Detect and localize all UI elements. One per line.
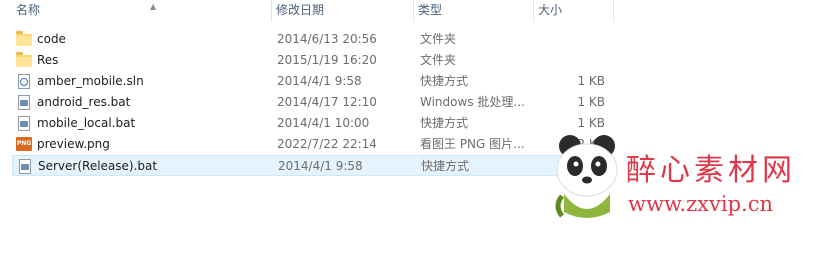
sort-up-icon: ▲	[150, 2, 157, 11]
file-size: 1 KB	[577, 74, 605, 88]
file-name: code	[37, 32, 66, 46]
column-type-header[interactable]: 类型	[414, 0, 534, 22]
batch-file-icon	[18, 95, 30, 110]
file-date: 2014/4/1 9:58	[278, 159, 363, 173]
file-name: mobile_local.bat	[37, 116, 136, 130]
file-row[interactable]: Res 2015/1/19 16:20 文件夹	[12, 50, 612, 71]
file-size	[542, 29, 605, 50]
file-row[interactable]: code 2014/6/13 20:56 文件夹	[12, 29, 612, 50]
file-name: Res	[37, 53, 59, 67]
file-name: android_res.bat	[37, 95, 131, 109]
file-row[interactable]: PNG preview.png 2022/7/22 22:14 看图王 PNG …	[12, 134, 612, 155]
file-type: 快捷方式	[420, 74, 469, 88]
column-type-label: 类型	[418, 3, 443, 17]
watermark: 醉心素材网 www.zxvip.cn	[552, 128, 826, 228]
column-name-label: 名称	[16, 3, 41, 17]
file-date: 2014/4/1 9:58	[277, 74, 362, 88]
shortcut-file-icon	[18, 74, 30, 89]
file-row[interactable]: amber_mobile.sln 2014/4/1 9:58 快捷方式 1 KB	[12, 71, 612, 92]
file-date: 2014/4/17 12:10	[277, 95, 377, 109]
file-row[interactable]: mobile_local.bat 2014/4/1 10:00 快捷方式 1 K…	[12, 113, 612, 134]
file-date: 2015/1/19 16:20	[277, 53, 377, 67]
file-type: 快捷方式	[421, 159, 470, 173]
file-name: amber_mobile.sln	[37, 74, 144, 88]
column-date-label: 修改日期	[276, 3, 325, 17]
png-image-icon: PNG	[16, 137, 32, 151]
file-size	[542, 50, 605, 71]
file-type: 文件夹	[420, 53, 457, 67]
watermark-title: 醉心素材网	[626, 153, 796, 188]
watermark-url: www.zxvip.cn	[628, 192, 774, 216]
panda-logo-icon	[555, 135, 618, 218]
file-date: 2022/7/22 22:14	[277, 137, 377, 151]
file-date: 2014/4/1 10:00	[277, 116, 370, 130]
folder-icon	[16, 31, 32, 46]
file-row-selected[interactable]: Server(Release).bat 2014/4/1 9:58 快捷方式 2…	[12, 155, 612, 176]
file-date: 2014/6/13 20:56	[277, 32, 377, 46]
folder-icon	[16, 52, 32, 67]
column-size-label: 大小	[538, 3, 563, 17]
file-name: Server(Release).bat	[38, 159, 158, 173]
batch-file-icon	[19, 159, 31, 174]
column-date-header[interactable]: 修改日期	[272, 0, 414, 22]
file-type: 看图王 PNG 图片...	[420, 137, 525, 151]
column-header: 名称 ▲ 修改日期 类型 大小	[0, 0, 826, 22]
file-size: 1 KB	[577, 95, 605, 109]
file-type: 文件夹	[420, 32, 457, 46]
column-name-header[interactable]: 名称 ▲	[12, 0, 272, 22]
file-row[interactable]: android_res.bat 2014/4/17 12:10 Windows …	[12, 92, 612, 113]
file-type: Windows 批处理...	[420, 95, 525, 109]
file-name: preview.png	[37, 137, 110, 151]
file-type: 快捷方式	[420, 116, 469, 130]
batch-file-icon	[18, 116, 30, 131]
column-size-header[interactable]: 大小	[534, 0, 614, 22]
